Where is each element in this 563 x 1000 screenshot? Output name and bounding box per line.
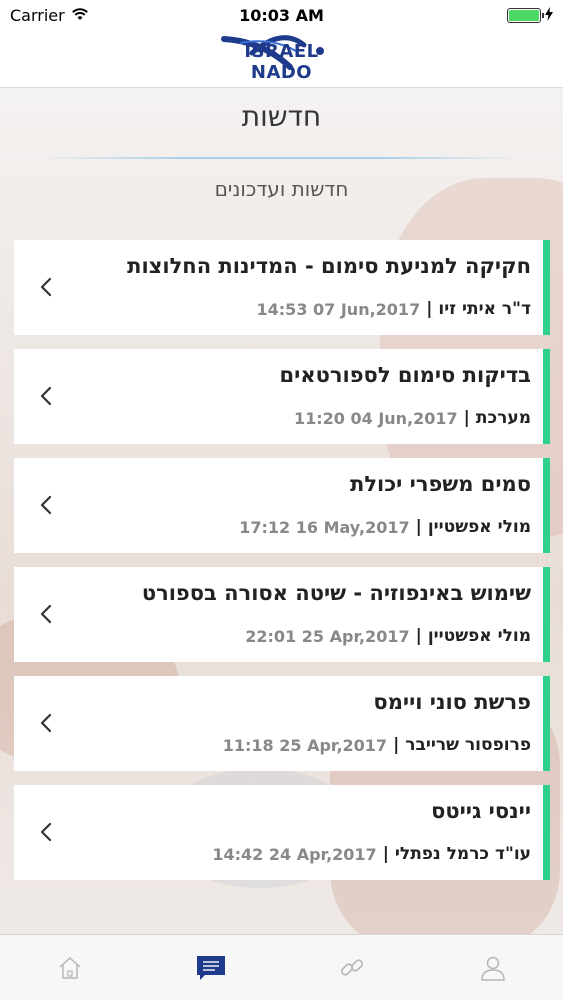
news-author: ד"ר איתי זיו bbox=[438, 299, 531, 319]
news-item[interactable]: פרשת סוני ויימס פרופסור שרייבר | 11:18 2… bbox=[14, 676, 550, 771]
battery-icon bbox=[507, 7, 544, 23]
news-headline: פרשת סוני ויימס bbox=[373, 690, 531, 714]
meta-separator: | bbox=[426, 299, 433, 319]
news-meta: מולי אפשטיין | 17:12 16 May,2017 bbox=[239, 517, 531, 537]
news-date: 14:42 24 Apr,2017 bbox=[212, 844, 377, 864]
page-subtitle: חדשות ועדכונים bbox=[214, 177, 349, 201]
tab-profile[interactable] bbox=[463, 938, 523, 998]
news-item[interactable]: בדיקות סימום לספורטאים מערכת | 11:20 04 … bbox=[14, 349, 550, 444]
tab-bar bbox=[0, 934, 563, 1000]
chevron-left-icon bbox=[40, 277, 52, 297]
app-header: ISRAEL NADO bbox=[0, 30, 563, 88]
news-headline: חקיקה למניעת סימום - המדינות החלוצות bbox=[127, 254, 531, 278]
title-divider bbox=[40, 157, 523, 159]
meta-separator: | bbox=[463, 408, 470, 428]
status-bar: Carrier 10:03 AM bbox=[0, 0, 563, 30]
news-headline: סמים משפרי יכולת bbox=[350, 472, 531, 496]
meta-separator: | bbox=[393, 735, 400, 755]
chat-icon bbox=[197, 955, 226, 980]
news-author: עו"ד כרמל נפתלי bbox=[394, 844, 531, 864]
news-item[interactable]: סמים משפרי יכולת מולי אפשטיין | 17:12 16… bbox=[14, 458, 550, 553]
carrier-label: Carrier bbox=[10, 5, 65, 25]
news-meta: עו"ד כרמל נפתלי | 14:42 24 Apr,2017 bbox=[212, 844, 531, 864]
logo-text: ISRAEL NADO bbox=[244, 40, 319, 83]
news-date: 17:12 16 May,2017 bbox=[239, 517, 410, 537]
app-logo: ISRAEL NADO bbox=[212, 33, 352, 85]
meta-separator: | bbox=[415, 517, 422, 537]
news-list: חקיקה למניעת סימום - המדינות החלוצות ד"ר… bbox=[14, 240, 550, 894]
status-right bbox=[507, 6, 553, 25]
news-headline: שימוש באינפוזיה - שיטה אסורה בספורט bbox=[141, 581, 531, 605]
news-headline: בדיקות סימום לספורטאים bbox=[279, 363, 531, 387]
tab-links[interactable] bbox=[322, 938, 382, 998]
news-author: מולי אפשטיין bbox=[427, 517, 531, 537]
news-date: 14:53 07 Jun,2017 bbox=[256, 299, 421, 319]
meta-separator: | bbox=[382, 844, 389, 864]
news-date: 11:18 25 Apr,2017 bbox=[222, 735, 388, 755]
chevron-left-icon bbox=[40, 713, 52, 733]
tab-home[interactable] bbox=[40, 938, 100, 998]
chevron-left-icon bbox=[40, 822, 52, 842]
home-icon bbox=[59, 956, 81, 979]
news-item[interactable]: שימוש באינפוזיה - שיטה אסורה בספורט מולי… bbox=[14, 567, 550, 662]
tab-news[interactable] bbox=[181, 938, 241, 998]
news-meta: ד"ר איתי זיו | 14:53 07 Jun,2017 bbox=[257, 299, 531, 319]
news-meta: פרופסור שרייבר | 11:18 25 Apr,2017 bbox=[223, 735, 531, 755]
news-author: מערכת bbox=[475, 408, 531, 428]
news-author: פרופסור שרייבר bbox=[405, 735, 531, 755]
status-left: Carrier bbox=[10, 6, 89, 25]
news-item[interactable]: יינסי גייטס עו"ד כרמל נפתלי | 14:42 24 A… bbox=[14, 785, 550, 880]
page-title: חדשות bbox=[241, 100, 322, 133]
news-headline: יינסי גייטס bbox=[431, 799, 531, 823]
chevron-left-icon bbox=[40, 386, 52, 406]
charging-icon bbox=[545, 6, 553, 25]
chevron-left-icon bbox=[40, 604, 52, 624]
news-date: 11:20 04 Jun,2017 bbox=[293, 408, 458, 428]
wifi-icon bbox=[71, 6, 89, 25]
link-icon bbox=[340, 958, 363, 976]
user-icon bbox=[480, 956, 505, 981]
news-meta: מולי אפשטיין | 22:01 25 Apr,2017 bbox=[245, 626, 531, 646]
news-date: 22:01 25 Apr,2017 bbox=[245, 626, 410, 646]
news-author: מולי אפשטיין bbox=[427, 626, 531, 646]
meta-separator: | bbox=[415, 626, 422, 646]
news-item[interactable]: חקיקה למניעת סימום - המדינות החלוצות ד"ר… bbox=[14, 240, 550, 335]
chevron-left-icon bbox=[40, 495, 52, 515]
news-meta: מערכת | 11:20 04 Jun,2017 bbox=[294, 408, 531, 428]
battery-fill bbox=[509, 9, 539, 21]
